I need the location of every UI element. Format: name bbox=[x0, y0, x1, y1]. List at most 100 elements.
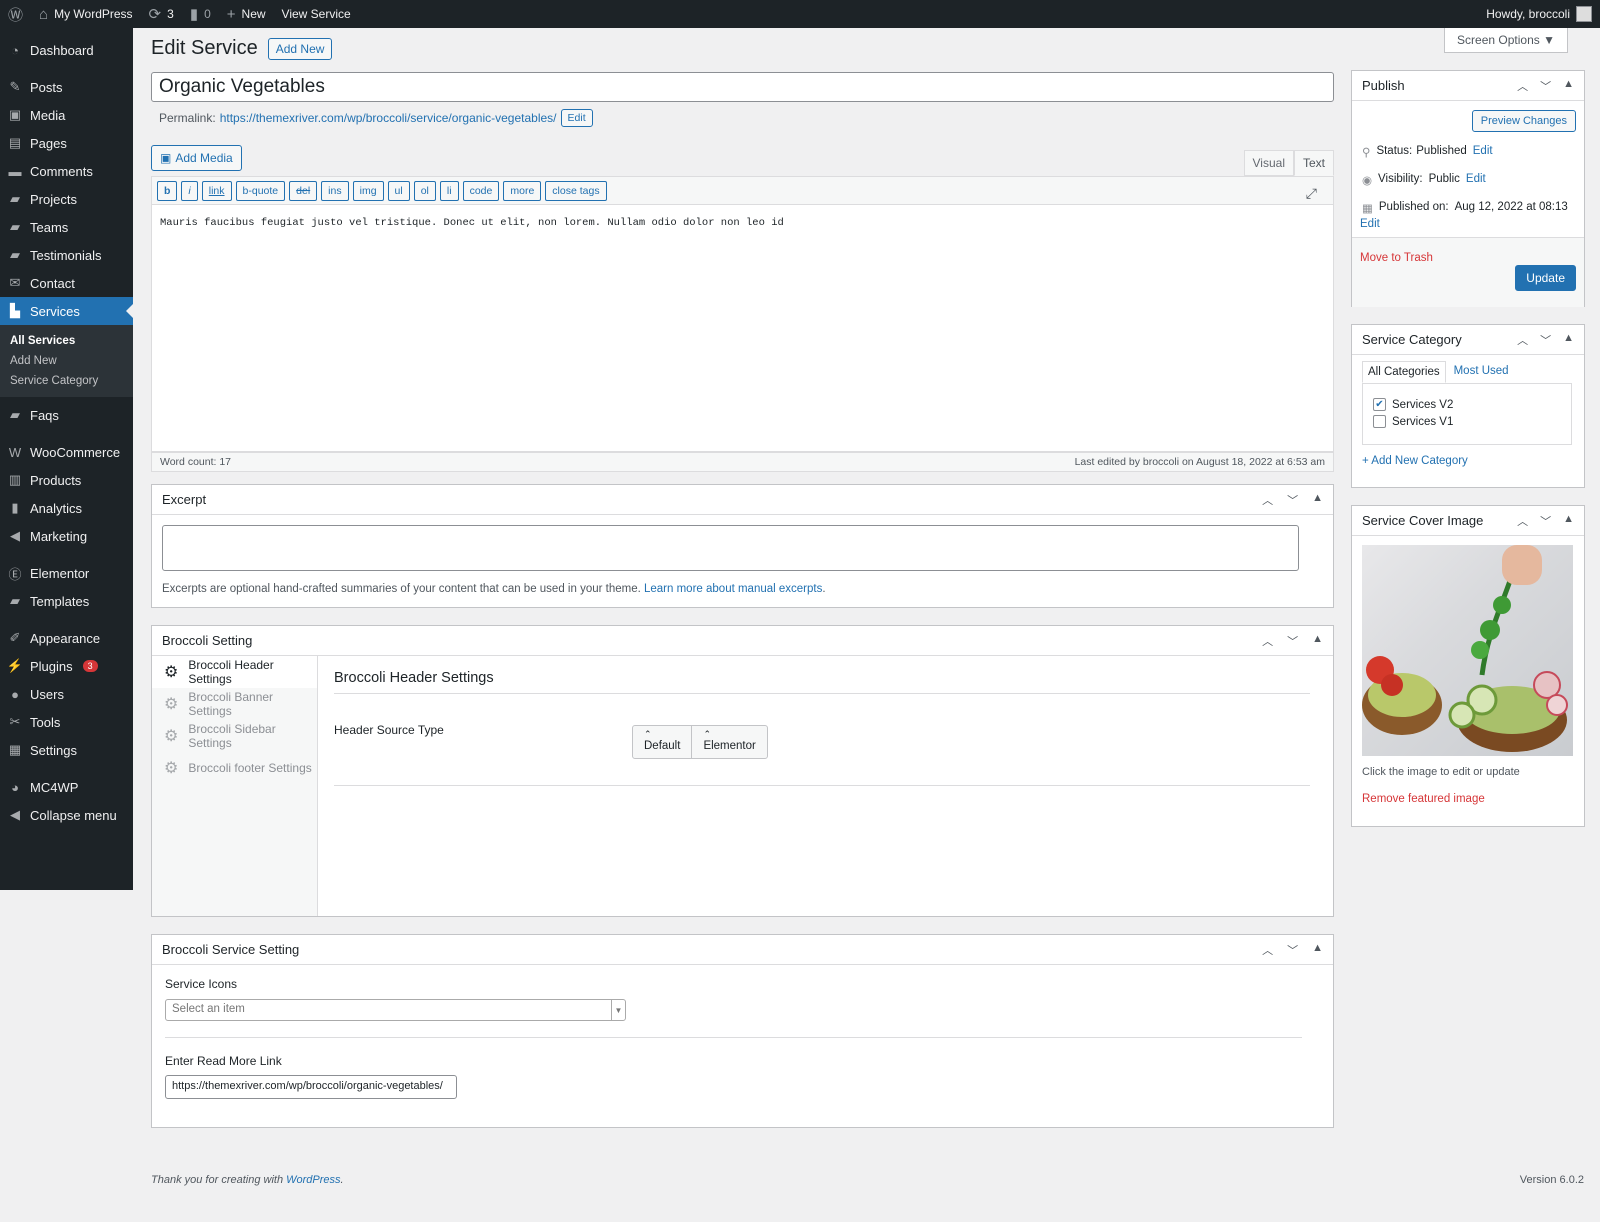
menu-item-pages[interactable]: ▤ Pages bbox=[0, 129, 133, 157]
remove-featured-image-link[interactable]: Remove featured image bbox=[1362, 793, 1485, 805]
submenu-item[interactable]: Service Category bbox=[0, 371, 133, 391]
move-down-icon[interactable]: ﹀ bbox=[1540, 78, 1551, 94]
edit-visibility-link[interactable]: Edit bbox=[1466, 173, 1486, 187]
settings-tab[interactable]: ⚙ Broccoli footer Settings bbox=[152, 752, 317, 784]
quicktag-ol-button[interactable]: ol bbox=[413, 180, 436, 201]
menu-item-mc4wp[interactable]: ◕ MC4WP bbox=[0, 773, 133, 801]
menu-item-users[interactable]: ● Users bbox=[0, 680, 133, 708]
quicktag-close-tags-button[interactable]: close tags bbox=[545, 180, 607, 201]
settings-tab[interactable]: ⚙ Broccoli Header Settings bbox=[152, 656, 317, 688]
submenu-item[interactable]: All Services bbox=[0, 331, 133, 351]
menu-item-plugins[interactable]: ⚡ Plugins 3 bbox=[0, 652, 133, 680]
toggle-icon[interactable]: ▲ bbox=[1563, 332, 1574, 348]
content-textarea[interactable]: Mauris faucibus feugiat justo vel tristi… bbox=[151, 205, 1334, 452]
move-down-icon[interactable]: ﹀ bbox=[1287, 942, 1298, 958]
my-account-menu[interactable]: Howdy, broccoli bbox=[1486, 6, 1600, 22]
move-up-icon[interactable]: ︿ bbox=[1517, 513, 1528, 529]
menu-item-dashboard[interactable]: ◔ Dashboard bbox=[0, 36, 133, 64]
quicktag-more-button[interactable]: more bbox=[503, 180, 542, 201]
menu-item-templates[interactable]: ▰ Templates bbox=[0, 587, 133, 615]
header-source-option-default[interactable]: ⌃ Default bbox=[633, 726, 693, 758]
post-title-input[interactable]: Organic Vegetables bbox=[151, 72, 1334, 102]
menu-item-faqs[interactable]: ▰ Faqs bbox=[0, 401, 133, 429]
read-more-input[interactable]: https://themexriver.com/wp/broccoli/orga… bbox=[165, 1075, 457, 1099]
add-new-button[interactable]: Add New bbox=[267, 37, 333, 60]
quicktag-img-button[interactable]: img bbox=[352, 180, 384, 201]
header-source-option-elementor[interactable]: ⌃ Elementor bbox=[692, 726, 766, 758]
move-up-icon[interactable]: ︿ bbox=[1262, 633, 1273, 649]
menu-item-services[interactable]: ▙ Services bbox=[0, 297, 133, 325]
toggle-icon[interactable]: ▲ bbox=[1563, 78, 1574, 94]
quicktag-li-button[interactable]: li bbox=[439, 180, 459, 201]
quicktag-b-quote-button[interactable]: b-quote bbox=[235, 180, 286, 201]
menu-item-tools[interactable]: ✂ Tools bbox=[0, 708, 133, 736]
move-up-icon[interactable]: ︿ bbox=[1517, 332, 1528, 348]
menu-item-elementor[interactable]: Ⓔ Elementor bbox=[0, 559, 133, 587]
move-to-trash-link[interactable]: Move to Trash bbox=[1360, 252, 1433, 264]
menu-item-collapse-menu[interactable]: ◀ Collapse menu bbox=[0, 801, 133, 829]
menu-item-testimonials[interactable]: ▰ Testimonials bbox=[0, 241, 133, 269]
toggle-icon[interactable]: ▲ bbox=[1563, 513, 1574, 529]
excerpt-learn-more-link[interactable]: Learn more about manual excerpts bbox=[644, 583, 822, 595]
menu-item-comments[interactable]: ▬ Comments bbox=[0, 157, 133, 185]
settings-tab[interactable]: ⚙ Broccoli Sidebar Settings bbox=[152, 720, 317, 752]
add-media-button[interactable]: ▣ Add Media bbox=[151, 145, 242, 171]
quicktag-del-button[interactable]: del bbox=[289, 180, 318, 201]
quicktag-i-button[interactable]: i bbox=[181, 180, 198, 201]
settings-tab[interactable]: ⚙ Broccoli Banner Settings bbox=[152, 688, 317, 720]
menu-item-settings[interactable]: ▦ Settings bbox=[0, 736, 133, 764]
site-name-menu[interactable]: ⌂ My WordPress bbox=[31, 0, 141, 28]
add-new-category-link[interactable]: + Add New Category bbox=[1362, 455, 1468, 467]
move-down-icon[interactable]: ﹀ bbox=[1540, 332, 1551, 348]
menu-item-posts[interactable]: ✎ Posts bbox=[0, 73, 133, 101]
comments-menu[interactable]: ▮ 0 bbox=[182, 0, 219, 28]
new-content-menu[interactable]: + New bbox=[219, 0, 274, 28]
wordpress-link[interactable]: WordPress bbox=[286, 1174, 340, 1186]
menu-item-media[interactable]: ▣ Media bbox=[0, 101, 133, 129]
service-icons-select[interactable]: Select an item ▼ bbox=[165, 999, 626, 1021]
quicktag-code-button[interactable]: code bbox=[462, 180, 500, 201]
toggle-icon[interactable]: ▲ bbox=[1312, 633, 1323, 649]
quicktag-b-button[interactable]: b bbox=[157, 180, 178, 201]
update-button[interactable]: Update bbox=[1515, 265, 1576, 291]
quicktag-link-button[interactable]: link bbox=[201, 180, 232, 201]
tab-all-categories[interactable]: All Categories bbox=[1362, 361, 1446, 383]
edit-slug-button[interactable]: Edit bbox=[560, 109, 593, 127]
tab-text[interactable]: Text bbox=[1293, 150, 1334, 176]
menu-item-teams[interactable]: ▰ Teams bbox=[0, 213, 133, 241]
edit-status-link[interactable]: Edit bbox=[1473, 145, 1493, 159]
move-up-icon[interactable]: ︿ bbox=[1517, 78, 1528, 94]
menu-item-projects[interactable]: ▰ Projects bbox=[0, 185, 133, 213]
screen-options-button[interactable]: Screen Options ▼ bbox=[1444, 28, 1568, 53]
permalink-link[interactable]: https://themexriver.com/wp/broccoli/serv… bbox=[220, 111, 557, 125]
menu-label: Products bbox=[30, 472, 82, 488]
tab-most-used[interactable]: Most Used bbox=[1446, 361, 1517, 383]
menu-item-contact[interactable]: ✉ Contact bbox=[0, 269, 133, 297]
quicktag-ul-button[interactable]: ul bbox=[387, 180, 410, 201]
menu-item-marketing[interactable]: ◀ Marketing bbox=[0, 522, 133, 550]
menu-item-products[interactable]: ▥ Products bbox=[0, 466, 133, 494]
category-checkbox[interactable]: ✔ bbox=[1373, 398, 1386, 411]
category-checkbox[interactable] bbox=[1373, 415, 1386, 428]
toggle-icon[interactable]: ▲ bbox=[1312, 942, 1323, 958]
menu-item-woocommerce[interactable]: W WooCommerce bbox=[0, 438, 133, 466]
quicktag-ins-button[interactable]: ins bbox=[321, 180, 349, 201]
move-up-icon[interactable]: ︿ bbox=[1262, 492, 1273, 508]
edit-date-link[interactable]: Edit bbox=[1360, 218, 1380, 230]
preview-changes-button[interactable]: Preview Changes bbox=[1471, 110, 1576, 132]
move-down-icon[interactable]: ﹀ bbox=[1287, 492, 1298, 508]
move-up-icon[interactable]: ︿ bbox=[1262, 942, 1273, 958]
tab-visual[interactable]: Visual bbox=[1243, 150, 1294, 176]
toggle-icon[interactable]: ▲ bbox=[1312, 492, 1323, 508]
menu-item-analytics[interactable]: ▮ Analytics bbox=[0, 494, 133, 522]
cover-image[interactable] bbox=[1362, 545, 1573, 756]
view-service-link[interactable]: View Service bbox=[274, 0, 359, 28]
move-down-icon[interactable]: ﹀ bbox=[1287, 633, 1298, 649]
submenu-item[interactable]: Add New bbox=[0, 351, 133, 371]
move-down-icon[interactable]: ﹀ bbox=[1540, 513, 1551, 529]
fullscreen-icon[interactable]: ⤢ bbox=[1300, 182, 1323, 205]
updates-menu[interactable]: ⟳ 3 bbox=[141, 0, 182, 28]
excerpt-textarea[interactable] bbox=[162, 525, 1299, 571]
wp-logo-menu[interactable]: Ⓦ bbox=[0, 0, 31, 28]
menu-item-appearance[interactable]: ✐ Appearance bbox=[0, 624, 133, 652]
